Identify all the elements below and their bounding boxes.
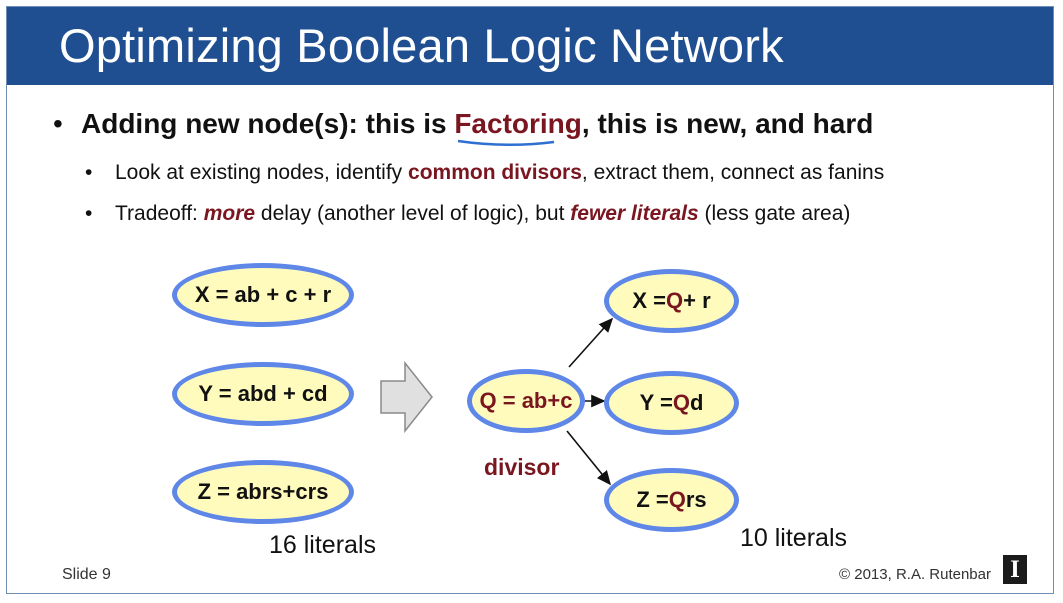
divisor-label: divisor xyxy=(484,454,560,480)
slide: Optimizing Boolean Logic Network • Adding… xyxy=(6,6,1054,594)
factoring-underline xyxy=(458,139,555,146)
transform-arrow xyxy=(380,360,433,434)
node-y-before: Y = abd + cd xyxy=(172,362,354,426)
sub-bullet-2-text-3: (less gate area) xyxy=(698,202,851,225)
node-z-after-var: Q xyxy=(668,487,686,512)
factoring-term: Factoring xyxy=(454,108,582,146)
bullet-dot: • xyxy=(85,161,93,184)
after-literal-count: 10 literals xyxy=(740,524,847,552)
node-y-after-suffix: d xyxy=(689,390,704,415)
main-bullet-text-2: , this is new, and hard xyxy=(581,108,874,139)
node-z-before: Z = abrs+crs xyxy=(172,460,354,524)
main-bullet: • Adding new node(s): this is Factoring, … xyxy=(53,108,874,146)
edge-q-to-z xyxy=(566,430,612,486)
sub-bullet-1: • Look at existing nodes, identify common… xyxy=(85,161,884,185)
sub-bullet-2-text-1: Tradeoff: xyxy=(115,202,204,225)
edge-q-to-x xyxy=(568,317,614,368)
bullet-dot: • xyxy=(53,108,63,139)
slide-number: Slide 9 xyxy=(62,566,111,583)
more-term: more xyxy=(203,202,256,225)
divisor-node-text: Q = ab+c xyxy=(479,388,573,413)
factoring-text: Factoring xyxy=(454,108,582,139)
node-x-after-var: Q xyxy=(665,288,684,313)
sub-bullet-2-text-2: delay (another level of logic), but xyxy=(255,202,571,225)
node-z-after: Z = Qrs xyxy=(604,468,739,532)
node-y-after-prefix: Y = xyxy=(639,390,673,415)
sub-bullet-2: • Tradeoff: more delay (another level of … xyxy=(85,202,850,226)
copyright: © 2013, R.A. Rutenbar xyxy=(839,566,991,583)
university-logo: I xyxy=(1003,555,1027,584)
bullet-dot: • xyxy=(85,202,93,225)
node-x-before: X = ab + c + r xyxy=(172,263,354,327)
sub-bullet-1-text-2: , extract them, connect as fanins xyxy=(581,161,885,184)
node-z-after-prefix: Z = xyxy=(636,487,669,512)
node-y-after-var: Q xyxy=(672,390,690,415)
fewer-literals-term: fewer literals xyxy=(570,202,699,225)
node-y-after: Y = Qd xyxy=(604,371,739,435)
node-x-after-suffix: + r xyxy=(683,288,711,313)
diagram-connectors xyxy=(380,317,614,486)
node-x-after-prefix: X = xyxy=(632,288,666,313)
node-x-after: X = Q + r xyxy=(604,269,739,333)
before-literal-count: 16 literals xyxy=(269,531,376,559)
sub-bullet-1-text-1: Look at existing nodes, identify xyxy=(115,161,409,184)
slide-title: Optimizing Boolean Logic Network xyxy=(59,19,784,72)
title-bar: Optimizing Boolean Logic Network xyxy=(7,7,1053,85)
main-bullet-text-1: Adding new node(s): this is xyxy=(81,108,455,139)
node-z-after-suffix: rs xyxy=(685,487,707,512)
node-q-divisor: Q = ab+c xyxy=(467,369,585,433)
common-divisors-term: common divisors xyxy=(408,161,582,184)
